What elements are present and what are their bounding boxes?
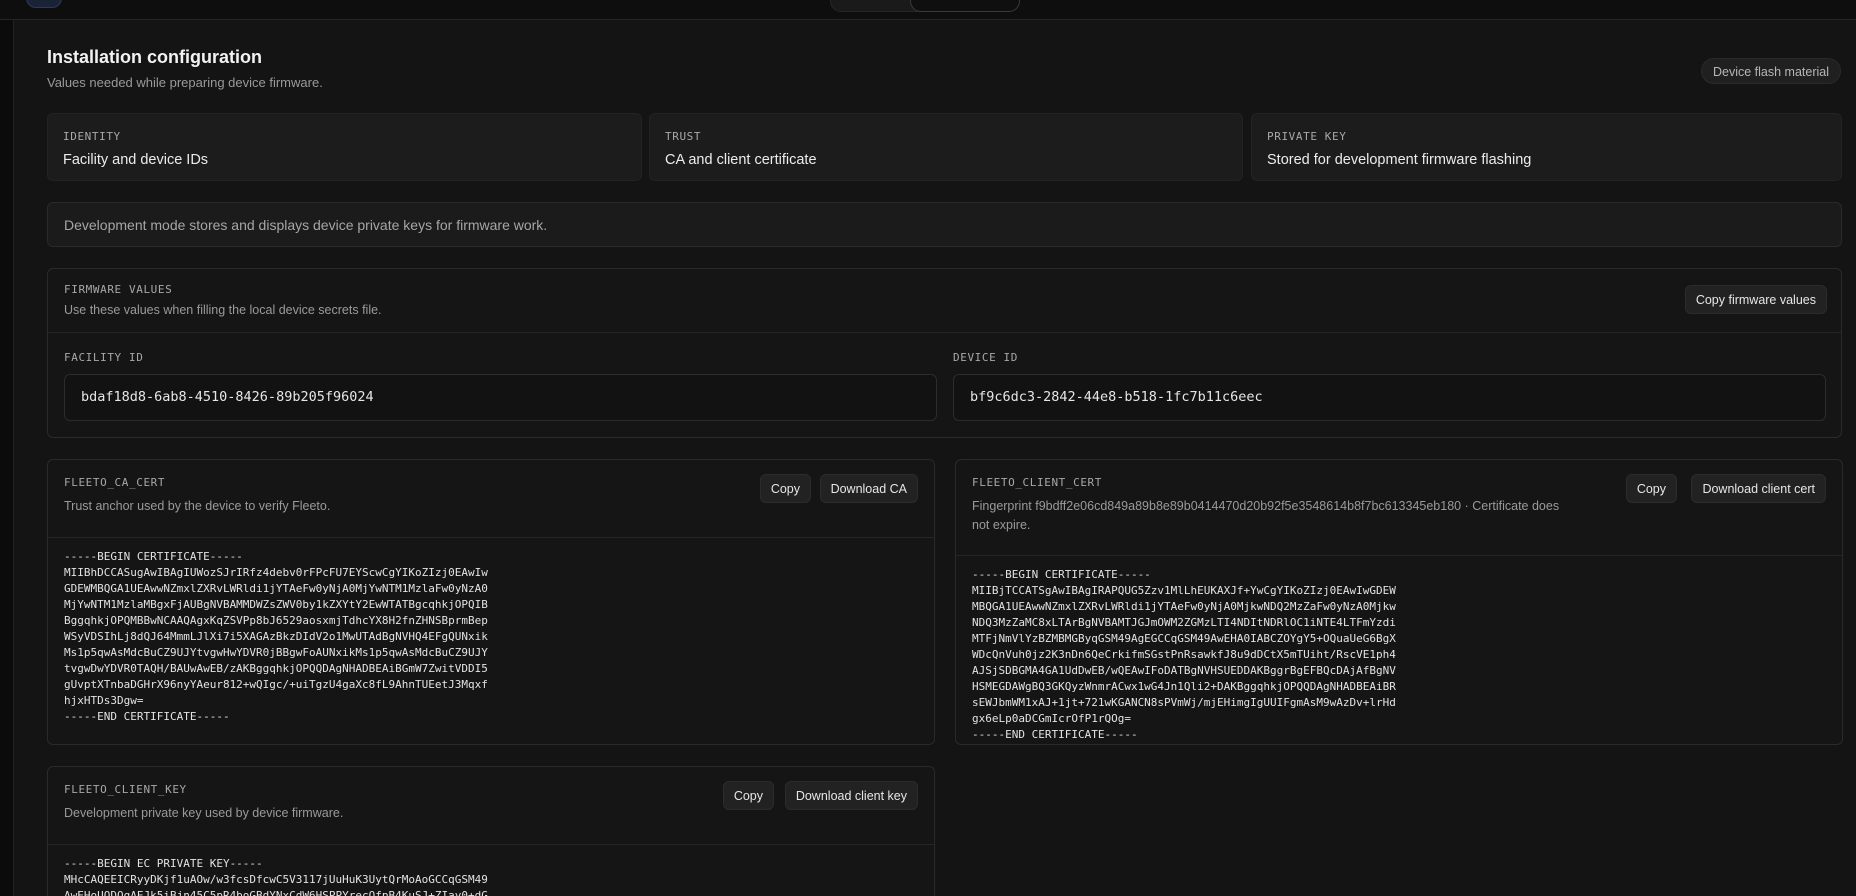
copy-ca-cert-button[interactable]: Copy [759, 474, 811, 503]
client-key-header: FLEETO_CLIENT_KEY Development private ke… [48, 767, 934, 845]
info-card-value: Facility and device IDs [63, 152, 209, 168]
info-card-private-key: PRIVATE KEY Stored for development firmw… [1251, 113, 1842, 181]
download-ca-button[interactable]: Download CA [819, 474, 918, 503]
client-key-pem[interactable]: -----BEGIN EC PRIVATE KEY----- MHcCAQEEI… [48, 845, 934, 896]
firmware-values-panel: FIRMWARE VALUES Use these values when fi… [47, 268, 1842, 438]
main-content: Installation configuration Values needed… [13, 20, 1856, 896]
device-id-field: DEVICE ID bf9c6dc3-2842-44e8-b518-1fc7b1… [953, 351, 1826, 421]
client-cert-pem[interactable]: -----BEGIN CERTIFICATE----- MIIBjTCCATSg… [956, 556, 1842, 754]
client-cert-header: FLEETO_CLIENT_CERT Fingerprint f9bdff2e0… [956, 460, 1842, 556]
ca-cert-description: Trust anchor used by the device to verif… [64, 499, 331, 513]
info-card-label: TRUST [665, 130, 702, 143]
top-segment-active[interactable] [910, 0, 1020, 12]
dev-mode-notice: Development mode stores and displays dev… [47, 202, 1842, 247]
ca-cert-header: FLEETO_CA_CERT Trust anchor used by the … [48, 460, 934, 538]
copy-client-cert-button[interactable]: Copy [1625, 474, 1677, 503]
firmware-values-description: Use these values when filling the local … [64, 303, 382, 317]
top-bar [0, 0, 1856, 20]
client-cert-panel: FLEETO_CLIENT_CERT Fingerprint f9bdff2e0… [955, 459, 1843, 745]
info-card-identity: IDENTITY Facility and device IDs [47, 113, 642, 181]
page-subtitle: Values needed while preparing device fir… [47, 75, 323, 90]
client-cert-description: Fingerprint f9bdff2e06cd849a89b8e89b0414… [972, 499, 1560, 532]
info-card-value: CA and client certificate [665, 152, 817, 168]
info-card-trust: TRUST CA and client certificate [649, 113, 1243, 181]
download-client-cert-button[interactable]: Download client cert [1691, 474, 1826, 503]
firmware-values-label: FIRMWARE VALUES [64, 283, 173, 296]
download-client-key-button[interactable]: Download client key [784, 781, 918, 810]
firmware-values-header: FIRMWARE VALUES Use these values when fi… [48, 269, 1841, 333]
info-card-label: IDENTITY [63, 130, 121, 143]
facility-id-field: FACILITY ID bdaf18d8-6ab8-4510-8426-89b2… [64, 351, 937, 421]
app-logo[interactable] [26, 0, 62, 8]
facility-id-label: FACILITY ID [64, 351, 144, 364]
ca-cert-panel: FLEETO_CA_CERT Trust anchor used by the … [47, 459, 935, 745]
device-id-label: DEVICE ID [953, 351, 1019, 364]
info-card-label: PRIVATE KEY [1267, 130, 1347, 143]
info-card-value: Stored for development firmware flashing [1267, 152, 1532, 168]
facility-id-value[interactable]: bdaf18d8-6ab8-4510-8426-89b205f96024 [64, 374, 937, 421]
copy-client-key-button[interactable]: Copy [722, 781, 774, 810]
client-key-panel: FLEETO_CLIENT_KEY Development private ke… [47, 766, 935, 896]
device-id-value[interactable]: bf9c6dc3-2842-44e8-b518-1fc7b11c6eec [953, 374, 1826, 421]
device-flash-badge: Device flash material [1700, 58, 1841, 84]
ca-cert-pem[interactable]: -----BEGIN CERTIFICATE----- MIIBhDCCASug… [48, 538, 934, 736]
copy-firmware-values-button[interactable]: Copy firmware values [1684, 285, 1827, 314]
page-title: Installation configuration [47, 47, 262, 67]
client-key-description: Development private key used by device f… [64, 806, 344, 820]
